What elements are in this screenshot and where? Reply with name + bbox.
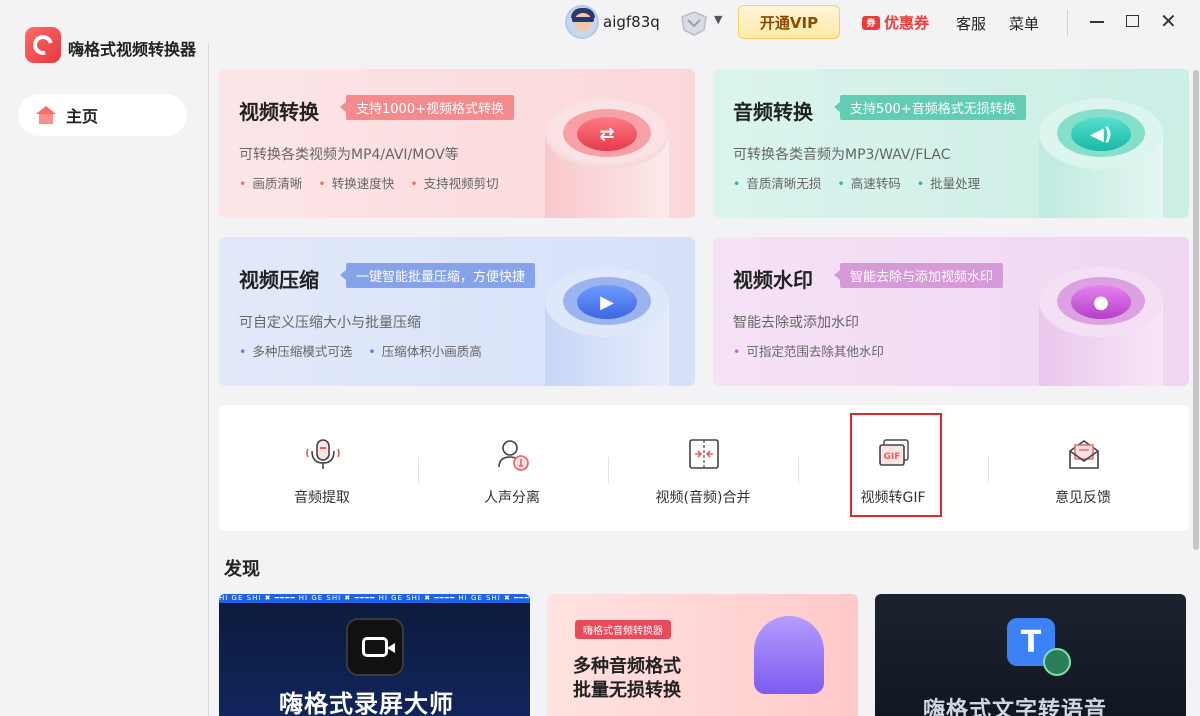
app-title: 嗨格式视频转换器 — [68, 40, 197, 59]
banner-title: 嗨格式文字转语音 — [923, 698, 1108, 716]
video-watermark-card[interactable]: 视频水印 智能去除与添加视频水印 智能去除或添加水印 可指定范围去除其他水印 ● — [713, 237, 1189, 386]
card-points: 可指定范围去除其他水印 — [733, 341, 884, 360]
card-point: 画质清晰 — [239, 173, 302, 192]
voice-separate-icon — [498, 440, 529, 471]
customer-service-button[interactable]: 客服 — [956, 13, 986, 34]
merge-icon — [689, 439, 719, 469]
card-tagline: 一键智能批量压缩，方便快捷 — [339, 263, 536, 288]
card-point: 高速转码 — [837, 173, 901, 192]
topbar-divider — [1067, 10, 1068, 36]
banner-screen-recorder[interactable]: HI GE SHI ✖ ━━━━ HI GE SHI ✖ ━━━━ HI GE … — [219, 594, 530, 716]
drop-icon: ● — [1039, 267, 1163, 386]
card-points: 画质清晰 转换速度快 支持视频剪切 — [239, 173, 499, 192]
card-title: 视频水印 — [733, 268, 813, 292]
tool-label: 音频提取 — [294, 490, 350, 506]
card-tagline: 智能去除与添加视频水印 — [833, 263, 1004, 288]
coupon-tag-icon: 券 — [862, 15, 880, 30]
minimize-icon[interactable] — [1090, 21, 1104, 23]
banner-chip: 嗨格式音频转换器 — [575, 620, 671, 639]
app-logo-icon — [25, 27, 61, 63]
coupon-label: 优惠券 — [884, 14, 930, 32]
headphones-icon — [754, 616, 824, 694]
microphone-icon — [1043, 648, 1071, 676]
card-tagline: 支持500+音频格式无损转换 — [834, 95, 1026, 120]
banner-strip: HI GE SHI ✖ ━━━━ HI GE SHI ✖ ━━━━ HI GE … — [219, 594, 530, 603]
sidebar-item-home[interactable]: 主页 — [18, 94, 187, 136]
tool-label: 视频(音频)合并 — [655, 490, 751, 506]
banner-title: 嗨格式录屏大师 — [279, 690, 454, 716]
card-description: 可自定义压缩大小与批量压缩 — [239, 315, 421, 331]
card-description: 可转换各类音频为MP3/WAV/FLAC — [733, 147, 951, 163]
video-compress-card[interactable]: 视频压缩 一键智能批量压缩，方便快捷 可自定义压缩大小与批量压缩 多种压缩模式可… — [219, 237, 695, 386]
vip-button[interactable]: 开通VIP — [738, 5, 840, 39]
banner-audio-converter[interactable]: 嗨格式音频转换器 多种音频格式 批量无损转换 — [547, 594, 858, 716]
discover-title: 发现 — [224, 559, 260, 580]
tool-label: 意见反馈 — [1055, 490, 1111, 506]
card-title: 视频转换 — [239, 100, 319, 124]
microphone-icon — [306, 439, 340, 469]
play-compress-icon: ▶ — [545, 267, 669, 386]
video-convert-card[interactable]: 视频转换 支持1000+视频格式转换 可转换各类视频为MP4/AVI/MOV等 … — [219, 69, 695, 218]
chevron-down-icon[interactable]: ▼ — [714, 13, 722, 26]
card-point: 可指定范围去除其他水印 — [733, 341, 884, 360]
feedback-mail-icon — [1069, 440, 1099, 469]
tool-feedback[interactable]: 意见反馈 — [988, 405, 1178, 531]
card-point: 批量处理 — [917, 173, 980, 192]
tools-panel: 音频提取 人声分离 视频(音频)合并 GIF 视频转GIF 意见反馈 — [219, 405, 1189, 531]
tool-merge[interactable]: 视频(音频)合并 — [608, 405, 798, 531]
convert-arrows-icon: ⇄ — [545, 99, 669, 218]
card-point: 转换速度快 — [318, 173, 395, 192]
sidebar-item-label: 主页 — [66, 107, 99, 126]
banner-text-to-speech[interactable]: T 嗨格式文字转语音 — [875, 594, 1186, 716]
card-points: 多种压缩模式可选 压缩体积小画质高 — [239, 341, 482, 360]
user-avatar[interactable] — [565, 5, 599, 39]
highlight-box — [850, 413, 942, 517]
tool-voice-separate[interactable]: 人声分离 — [417, 405, 607, 531]
card-description: 可转换各类视频为MP4/AVI/MOV等 — [239, 147, 459, 163]
speaker-icon: ◀) — [1039, 99, 1163, 218]
username[interactable]: aigf83q — [603, 13, 660, 31]
coupon-button[interactable]: 券 优惠券 — [862, 12, 929, 33]
home-icon — [36, 106, 56, 124]
card-title: 音频转换 — [733, 100, 813, 124]
tool-label: 人声分离 — [484, 490, 540, 506]
menu-button[interactable]: 菜单 — [1009, 13, 1039, 34]
card-point: 音质清晰无损 — [733, 173, 821, 192]
tool-audio-extract[interactable]: 音频提取 — [227, 405, 417, 531]
sidebar-divider — [208, 44, 209, 716]
card-point: 多种压缩模式可选 — [239, 341, 352, 360]
member-badge-icon[interactable] — [679, 10, 709, 36]
banner-line2: 批量无损转换 — [573, 680, 681, 701]
card-points: 音质清晰无损 高速转码 批量处理 — [733, 173, 980, 192]
card-point: 压缩体积小画质高 — [368, 341, 482, 360]
card-point: 支持视频剪切 — [410, 173, 499, 192]
video-camera-icon — [346, 618, 404, 676]
audio-convert-card[interactable]: 音频转换 支持500+音频格式无损转换 可转换各类音频为MP3/WAV/FLAC… — [713, 69, 1189, 218]
banner-line1: 多种音频格式 — [573, 656, 681, 677]
close-icon[interactable]: ✕ — [1160, 10, 1177, 32]
card-description: 智能去除或添加水印 — [733, 315, 859, 331]
card-tagline: 支持1000+视频格式转换 — [340, 95, 514, 120]
scrollbar[interactable] — [1193, 70, 1199, 550]
card-title: 视频压缩 — [239, 268, 319, 292]
maximize-icon[interactable] — [1126, 15, 1139, 27]
